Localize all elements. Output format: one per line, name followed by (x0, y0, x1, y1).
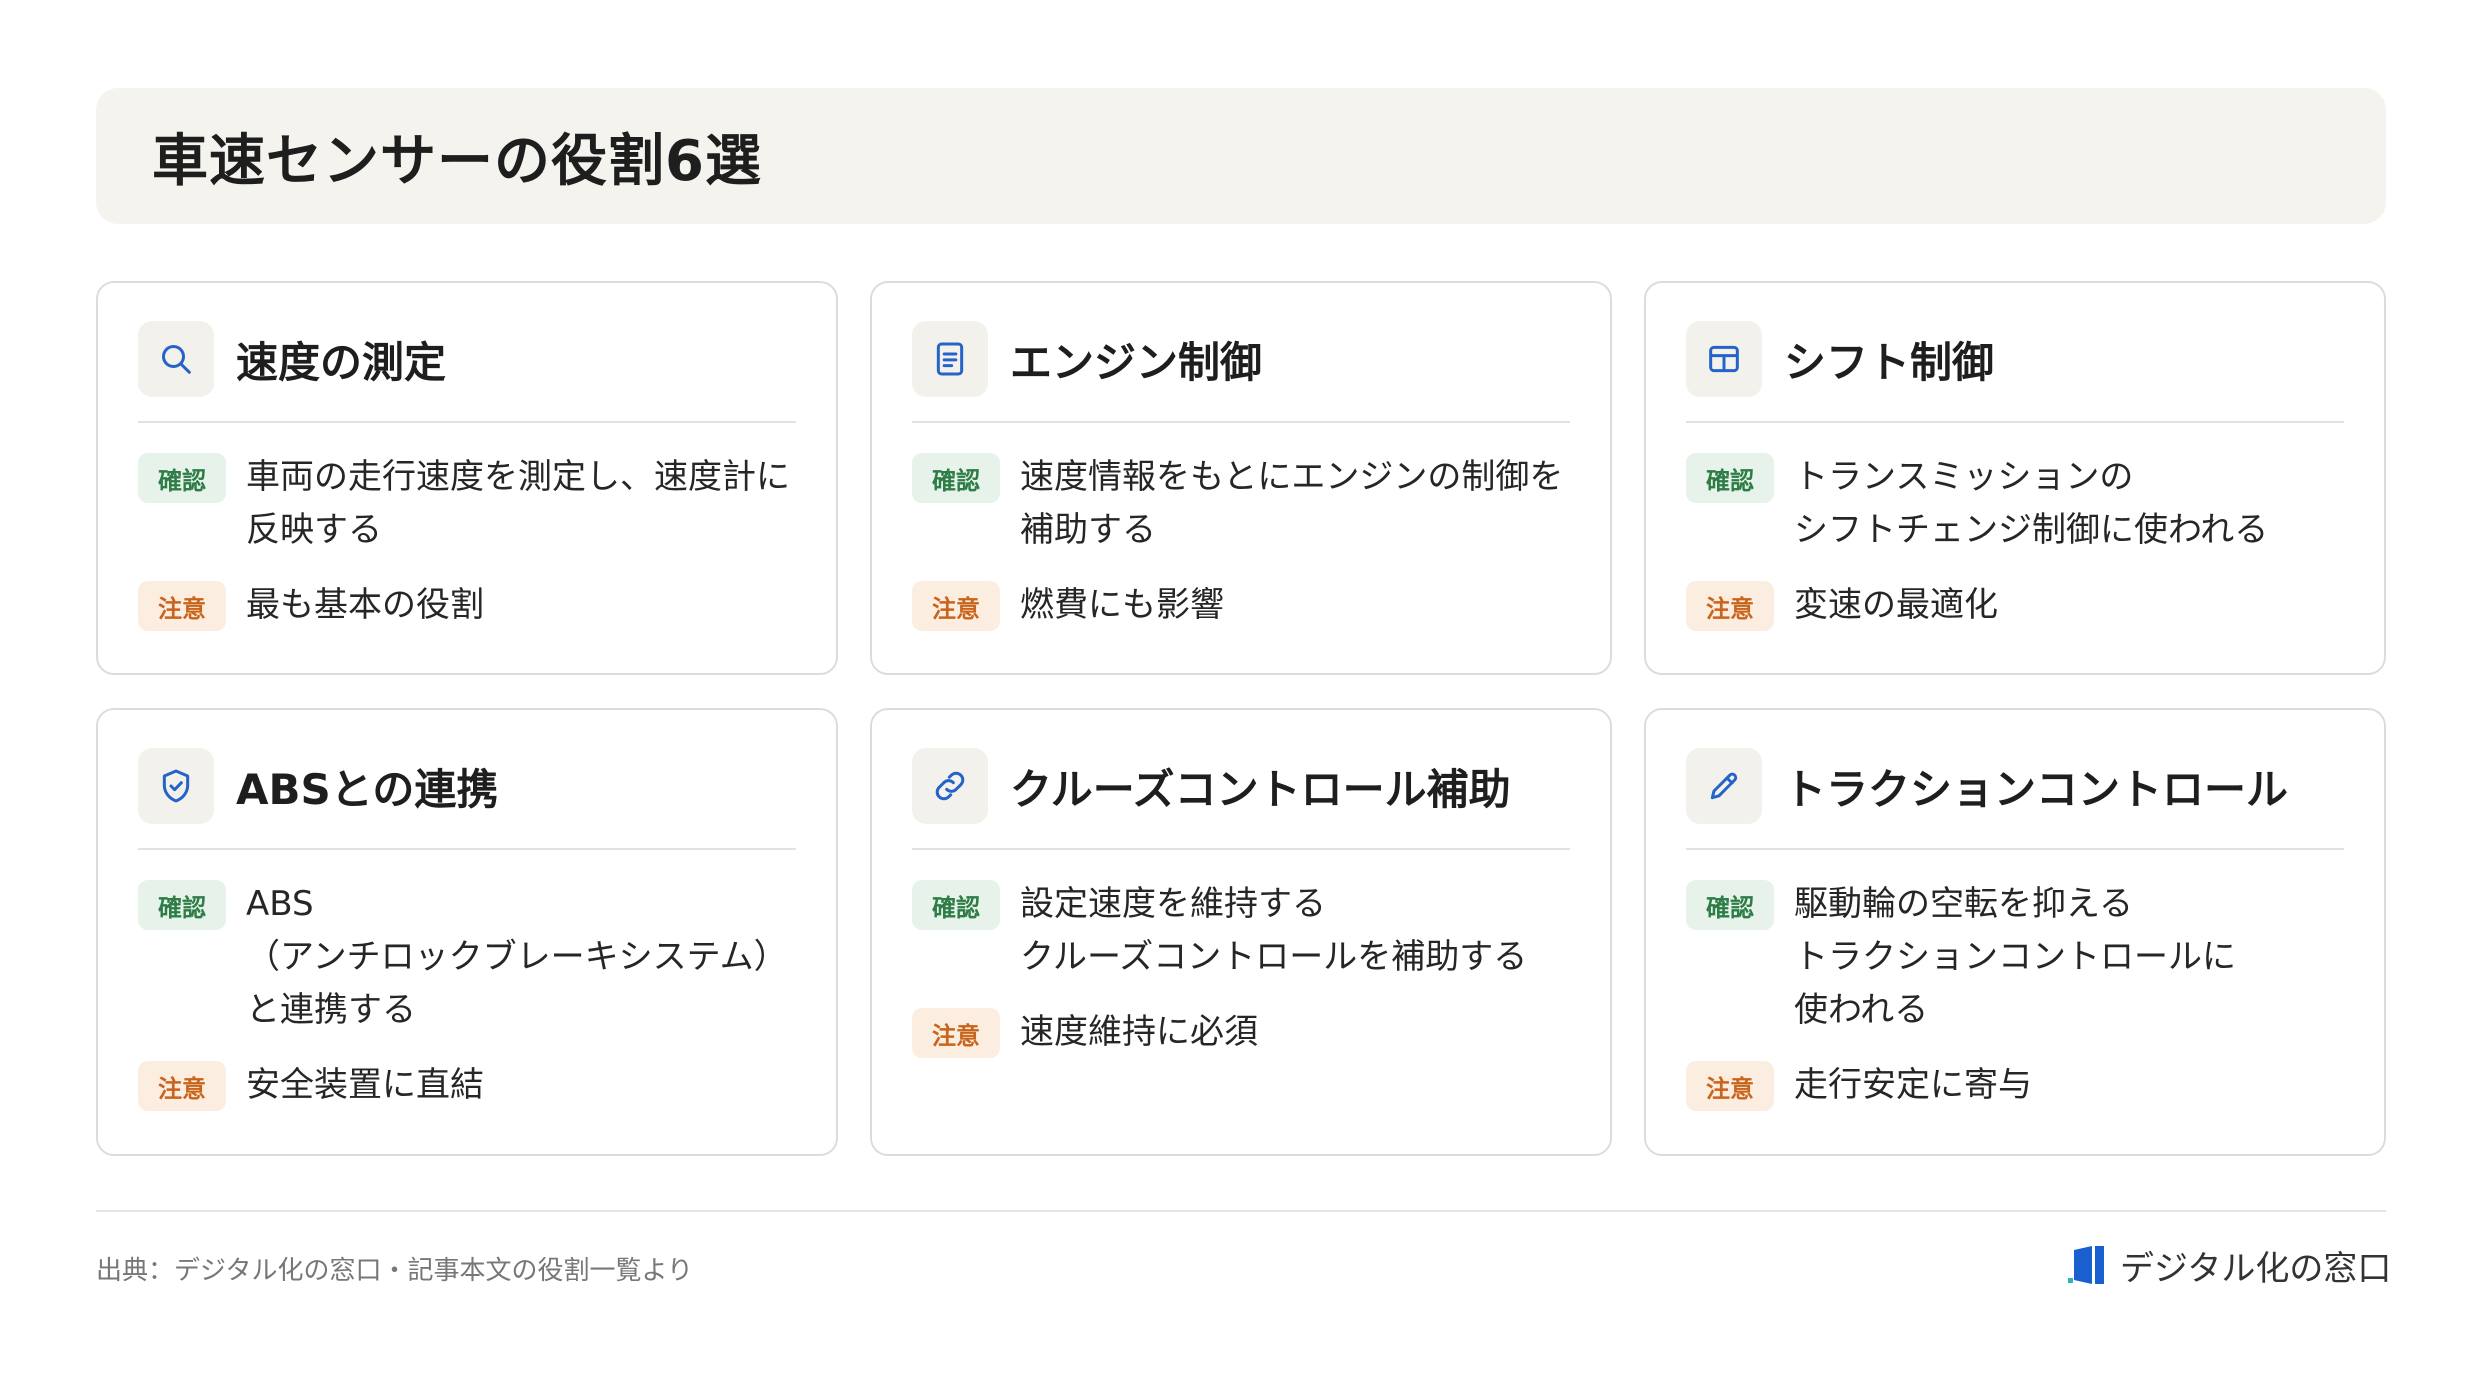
note-badge: 注意 (1686, 581, 1774, 631)
confirm-item: 確認 ABS （アンチロックブレーキシステム） と連携する (138, 878, 796, 1037)
note-text: 走行安定に寄与 (1794, 1065, 2032, 1105)
confirm-badge: 確認 (912, 453, 1000, 503)
confirm-item: 確認 速度情報をもとにエンジンの制御を 補助する (912, 451, 1570, 557)
card-cruise-control: クルーズコントロール補助 確認 設定速度を維持する クルーズコントロールを補助す… (870, 708, 1612, 1156)
source-note: 出典：デジタル化の窓口・記事本文の役割一覧より (96, 1256, 693, 1286)
note-text: 最も基本の役割 (246, 585, 484, 625)
divider (1686, 421, 2344, 423)
confirm-badge: 確認 (1686, 453, 1774, 503)
note-item: 注意 安全装置に直結 (138, 1059, 796, 1112)
footer-divider (96, 1210, 2386, 1212)
confirm-badge: 確認 (912, 880, 1000, 930)
confirm-text: 速度情報をもとにエンジンの制御を 補助する (1020, 457, 1564, 550)
card-title: 速度の測定 (236, 337, 447, 387)
card-title: トラクションコントロール (1784, 764, 2289, 814)
card-title: クルーズコントロール補助 (1010, 764, 1511, 814)
card-traction-control: トラクションコントロール 確認 駆動輪の空転を抑える トラクションコントロールに… (1644, 708, 2386, 1156)
card-title: エンジン制御 (1010, 337, 1263, 387)
title-banner: 車速センサーの役割6選 (96, 88, 2386, 224)
shield-check-icon (138, 748, 214, 824)
note-item: 注意 走行安定に寄与 (1686, 1059, 2344, 1112)
divider (138, 421, 796, 423)
divider (912, 421, 1570, 423)
card-title: シフト制御 (1784, 337, 1995, 387)
confirm-text: ABS （アンチロックブレーキシステム） と連携する (246, 884, 788, 1030)
note-text: 速度維持に必須 (1020, 1012, 1258, 1052)
note-text: 安全装置に直結 (246, 1065, 484, 1105)
link-icon (912, 748, 988, 824)
confirm-badge: 確認 (138, 880, 226, 930)
logo-icon (2068, 1246, 2104, 1284)
confirm-text: 駆動輪の空転を抑える トラクションコントロールに 使われる (1794, 884, 2236, 1030)
card-speed-measurement: 速度の測定 確認 車両の走行速度を測定し、速度計に 反映する 注意 最も基本の役… (96, 281, 838, 675)
card-header: トラクションコントロール (1686, 748, 2344, 824)
card-header: エンジン制御 (912, 321, 1570, 397)
card-engine-control: エンジン制御 確認 速度情報をもとにエンジンの制御を 補助する 注意 燃費にも影… (870, 281, 1612, 675)
confirm-text: 車両の走行速度を測定し、速度計に 反映する (246, 457, 790, 550)
note-badge: 注意 (912, 1008, 1000, 1058)
confirm-text: 設定速度を維持する クルーズコントロールを補助する (1020, 884, 1528, 977)
divider (1686, 848, 2344, 850)
card-header: クルーズコントロール補助 (912, 748, 1570, 824)
search-icon (138, 321, 214, 397)
card-header: シフト制御 (1686, 321, 2344, 397)
note-item: 注意 速度維持に必須 (912, 1006, 1570, 1059)
grid-icon (1686, 321, 1762, 397)
pencil-icon (1686, 748, 1762, 824)
card-title: ABSとの連携 (236, 764, 499, 814)
confirm-badge: 確認 (138, 453, 226, 503)
brand-name: デジタル化の窓口 (2120, 1248, 2392, 1289)
confirm-item: 確認 車両の走行速度を測定し、速度計に 反映する (138, 451, 796, 557)
card-header: ABSとの連携 (138, 748, 796, 824)
card-abs-link: ABSとの連携 確認 ABS （アンチロックブレーキシステム） と連携する 注意… (96, 708, 838, 1156)
card-shift-control: シフト制御 確認 トランスミッションの シフトチェンジ制御に使われる 注意 変速… (1644, 281, 2386, 675)
card-header: 速度の測定 (138, 321, 796, 397)
brand-logo: デジタル化の窓口 (2068, 1240, 2391, 1290)
divider (912, 848, 1570, 850)
note-item: 注意 燃費にも影響 (912, 579, 1570, 632)
note-item: 注意 変速の最適化 (1686, 579, 2344, 632)
document-icon (912, 321, 988, 397)
note-text: 変速の最適化 (1794, 585, 1998, 625)
note-text: 燃費にも影響 (1020, 585, 1224, 625)
confirm-badge: 確認 (1686, 880, 1774, 930)
confirm-text: トランスミッションの シフトチェンジ制御に使われる (1794, 457, 2269, 550)
page-title: 車速センサーの役割6選 (152, 128, 762, 194)
note-badge: 注意 (912, 581, 1000, 631)
note-item: 注意 最も基本の役割 (138, 579, 796, 632)
card-grid: 速度の測定 確認 車両の走行速度を測定し、速度計に 反映する 注意 最も基本の役… (96, 281, 2386, 1156)
confirm-item: 確認 駆動輪の空転を抑える トラクションコントロールに 使われる (1686, 878, 2344, 1037)
confirm-item: 確認 トランスミッションの シフトチェンジ制御に使われる (1686, 451, 2344, 557)
divider (138, 848, 796, 850)
note-badge: 注意 (1686, 1061, 1774, 1111)
note-badge: 注意 (138, 1061, 226, 1111)
confirm-item: 確認 設定速度を維持する クルーズコントロールを補助する (912, 878, 1570, 984)
note-badge: 注意 (138, 581, 226, 631)
